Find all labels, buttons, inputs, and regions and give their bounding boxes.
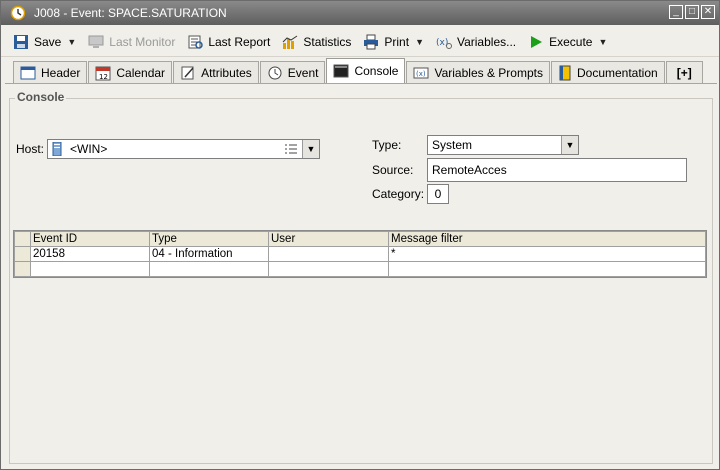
minimize-button[interactable]: _ <box>669 5 683 19</box>
documentation-book-icon <box>559 65 571 80</box>
column-header-user[interactable]: User <box>268 231 389 247</box>
last-monitor-label: Last Monitor <box>109 34 176 49</box>
last-monitor-button[interactable]: Last Monitor <box>84 30 179 54</box>
table-row[interactable] <box>14 261 706 277</box>
header-icon <box>20 66 36 79</box>
column-header-message-filter[interactable]: Message filter <box>388 231 706 247</box>
type-select[interactable]: System ▼ <box>427 135 579 155</box>
row-selector[interactable] <box>14 246 31 262</box>
variables-prompts-icon: (x) <box>413 67 429 78</box>
tab-variables-prompts[interactable]: (x) Variables & Prompts <box>406 61 550 83</box>
last-report-label: Last Report <box>208 34 271 49</box>
tab-header[interactable]: Header <box>13 61 88 83</box>
table-row[interactable]: 20158 04 - Information * <box>14 246 706 262</box>
execute-dropdown-arrow-icon[interactable]: ▼ <box>598 37 607 47</box>
save-button[interactable]: Save ▼ <box>9 30 80 54</box>
row-selector[interactable] <box>14 261 31 277</box>
server-icon <box>52 142 62 156</box>
statistics-button[interactable]: Statistics <box>278 30 355 54</box>
host-dropdown-button[interactable]: ▼ <box>302 140 319 158</box>
type-dropdown-button[interactable]: ▼ <box>561 136 578 154</box>
statistics-chart-icon <box>283 35 298 49</box>
cell-type[interactable]: 04 - Information <box>149 246 269 262</box>
cell-event-id[interactable]: 20158 <box>30 246 150 262</box>
source-input[interactable]: RemoteAcces <box>427 158 687 182</box>
list-icon[interactable] <box>285 143 297 155</box>
execute-label: Execute <box>549 34 593 49</box>
tab-bar: Header 12 Calendar Attributes Event Cons… <box>13 58 704 83</box>
last-report-button[interactable]: Last Report <box>183 30 274 54</box>
cell-user[interactable] <box>268 246 389 262</box>
save-label: Save <box>34 34 62 49</box>
tab-add[interactable]: [+] <box>665 61 703 83</box>
tab-attributes-label: Attributes <box>201 65 252 80</box>
event-clock-icon <box>10 5 26 21</box>
tab-console-label: Console <box>354 64 399 78</box>
title-bar[interactable]: J008 - Event: SPACE.SATURATION _ □ ✕ <box>1 1 719 25</box>
console-group-title: Console <box>15 90 67 104</box>
execute-button[interactable]: Execute ▼ <box>524 30 611 54</box>
type-value: System <box>432 138 473 152</box>
calendar-icon: 12 <box>95 66 111 81</box>
maximize-button[interactable]: □ <box>685 5 699 19</box>
print-label: Print <box>384 34 410 49</box>
printer-icon <box>364 34 379 49</box>
add-tab-icon: [+] <box>676 65 692 80</box>
tab-attributes[interactable]: Attributes <box>173 61 259 83</box>
host-value: <WIN> <box>70 142 108 156</box>
tab-console[interactable]: Console <box>326 58 406 83</box>
report-icon <box>188 35 204 49</box>
tab-header-label: Header <box>41 65 81 80</box>
svg-text:12: 12 <box>99 73 108 81</box>
svg-text:(x): (x) <box>416 70 426 78</box>
host-field[interactable]: <WIN> ▼ <box>47 139 320 159</box>
variables-label: Variables... <box>456 34 517 49</box>
category-value: 0 <box>434 187 442 201</box>
floppy-disk-icon <box>14 34 28 49</box>
cell-message-filter[interactable]: * <box>388 246 706 262</box>
event-filter-table: Event ID Type User Message filter 20158 … <box>13 230 707 278</box>
row-header-corner <box>14 231 31 247</box>
tab-documentation-label: Documentation <box>576 65 658 80</box>
tab-event-label: Event <box>287 65 319 80</box>
tab-event[interactable]: Event <box>259 61 326 83</box>
print-button[interactable]: Print ▼ <box>359 30 428 54</box>
table-header-row: Event ID Type User Message filter <box>14 231 706 247</box>
type-label: Type: <box>372 138 402 152</box>
tab-variables-prompts-label: Variables & Prompts <box>434 65 543 80</box>
variables-button[interactable]: (x) Variables... <box>432 30 520 54</box>
tab-calendar[interactable]: 12 Calendar <box>88 61 173 83</box>
window-title: J008 - Event: SPACE.SATURATION <box>34 6 227 20</box>
tab-documentation[interactable]: Documentation <box>550 61 665 83</box>
attributes-icon <box>181 66 194 79</box>
save-dropdown-arrow-icon[interactable]: ▼ <box>67 37 76 47</box>
source-label: Source: <box>372 163 414 177</box>
cell-user[interactable] <box>268 261 389 277</box>
category-input[interactable]: 0 <box>427 184 449 204</box>
toolbar: Save ▼ Last Monitor Last Report Statisti… <box>1 27 719 57</box>
source-value: RemoteAcces <box>432 163 507 177</box>
tab-calendar-label: Calendar <box>116 65 166 80</box>
column-header-event-id[interactable]: Event ID <box>30 231 150 247</box>
category-label: Category: <box>372 187 425 201</box>
variables-icon: (x) <box>436 38 452 49</box>
cell-event-id[interactable] <box>30 261 150 277</box>
event-clock-icon <box>268 66 282 79</box>
monitor-icon <box>88 35 104 48</box>
column-header-type[interactable]: Type <box>149 231 269 247</box>
event-window: J008 - Event: SPACE.SATURATION _ □ ✕ Sav… <box>0 0 720 470</box>
cell-message-filter[interactable] <box>388 261 706 277</box>
statistics-label: Statistics <box>303 34 352 49</box>
play-icon <box>531 35 543 48</box>
close-button[interactable]: ✕ <box>701 5 715 19</box>
cell-type[interactable] <box>149 261 269 277</box>
console-icon <box>333 64 349 78</box>
print-dropdown-arrow-icon[interactable]: ▼ <box>415 37 424 47</box>
host-label: Host: <box>16 142 45 156</box>
